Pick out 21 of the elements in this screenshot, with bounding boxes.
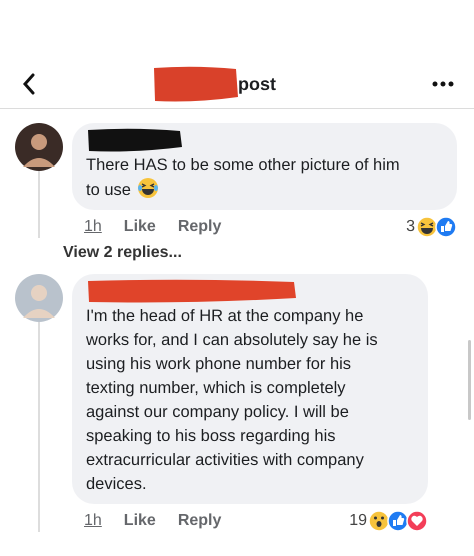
like-link[interactable]: Like	[124, 218, 156, 236]
like-link[interactable]: Like	[124, 512, 156, 530]
comment-text: There HAS to be some other picture of him to use	[86, 155, 401, 201]
reply-link[interactable]: Reply	[178, 512, 222, 530]
reaction-count: 19	[349, 512, 367, 530]
laughing-face-icon	[136, 177, 159, 199]
thumbs-up-icon	[387, 510, 409, 532]
timestamp[interactable]: 1h	[84, 512, 102, 530]
avatar	[15, 123, 63, 171]
surprised-face-icon	[368, 510, 390, 532]
timestamp[interactable]: 1h	[84, 218, 102, 236]
laughing-face-icon	[416, 216, 438, 238]
view-replies-link[interactable]: View 2 replies...	[63, 244, 474, 262]
reply-link[interactable]: Reply	[178, 218, 222, 236]
more-icon[interactable]	[432, 81, 454, 87]
avatar	[15, 274, 63, 322]
reaction-count: 3	[406, 218, 415, 236]
page-title: post	[238, 74, 276, 94]
back-icon[interactable]	[22, 73, 36, 95]
thumbs-up-icon	[435, 216, 457, 238]
comment-text: I'm the head of HR at the company he works for, and I can absolutely say he is using his work phone number for his texting number, which is completely against our company policy. I will be speaking to his boss regarding his extracurricular activities with company devices.	[86, 306, 379, 495]
